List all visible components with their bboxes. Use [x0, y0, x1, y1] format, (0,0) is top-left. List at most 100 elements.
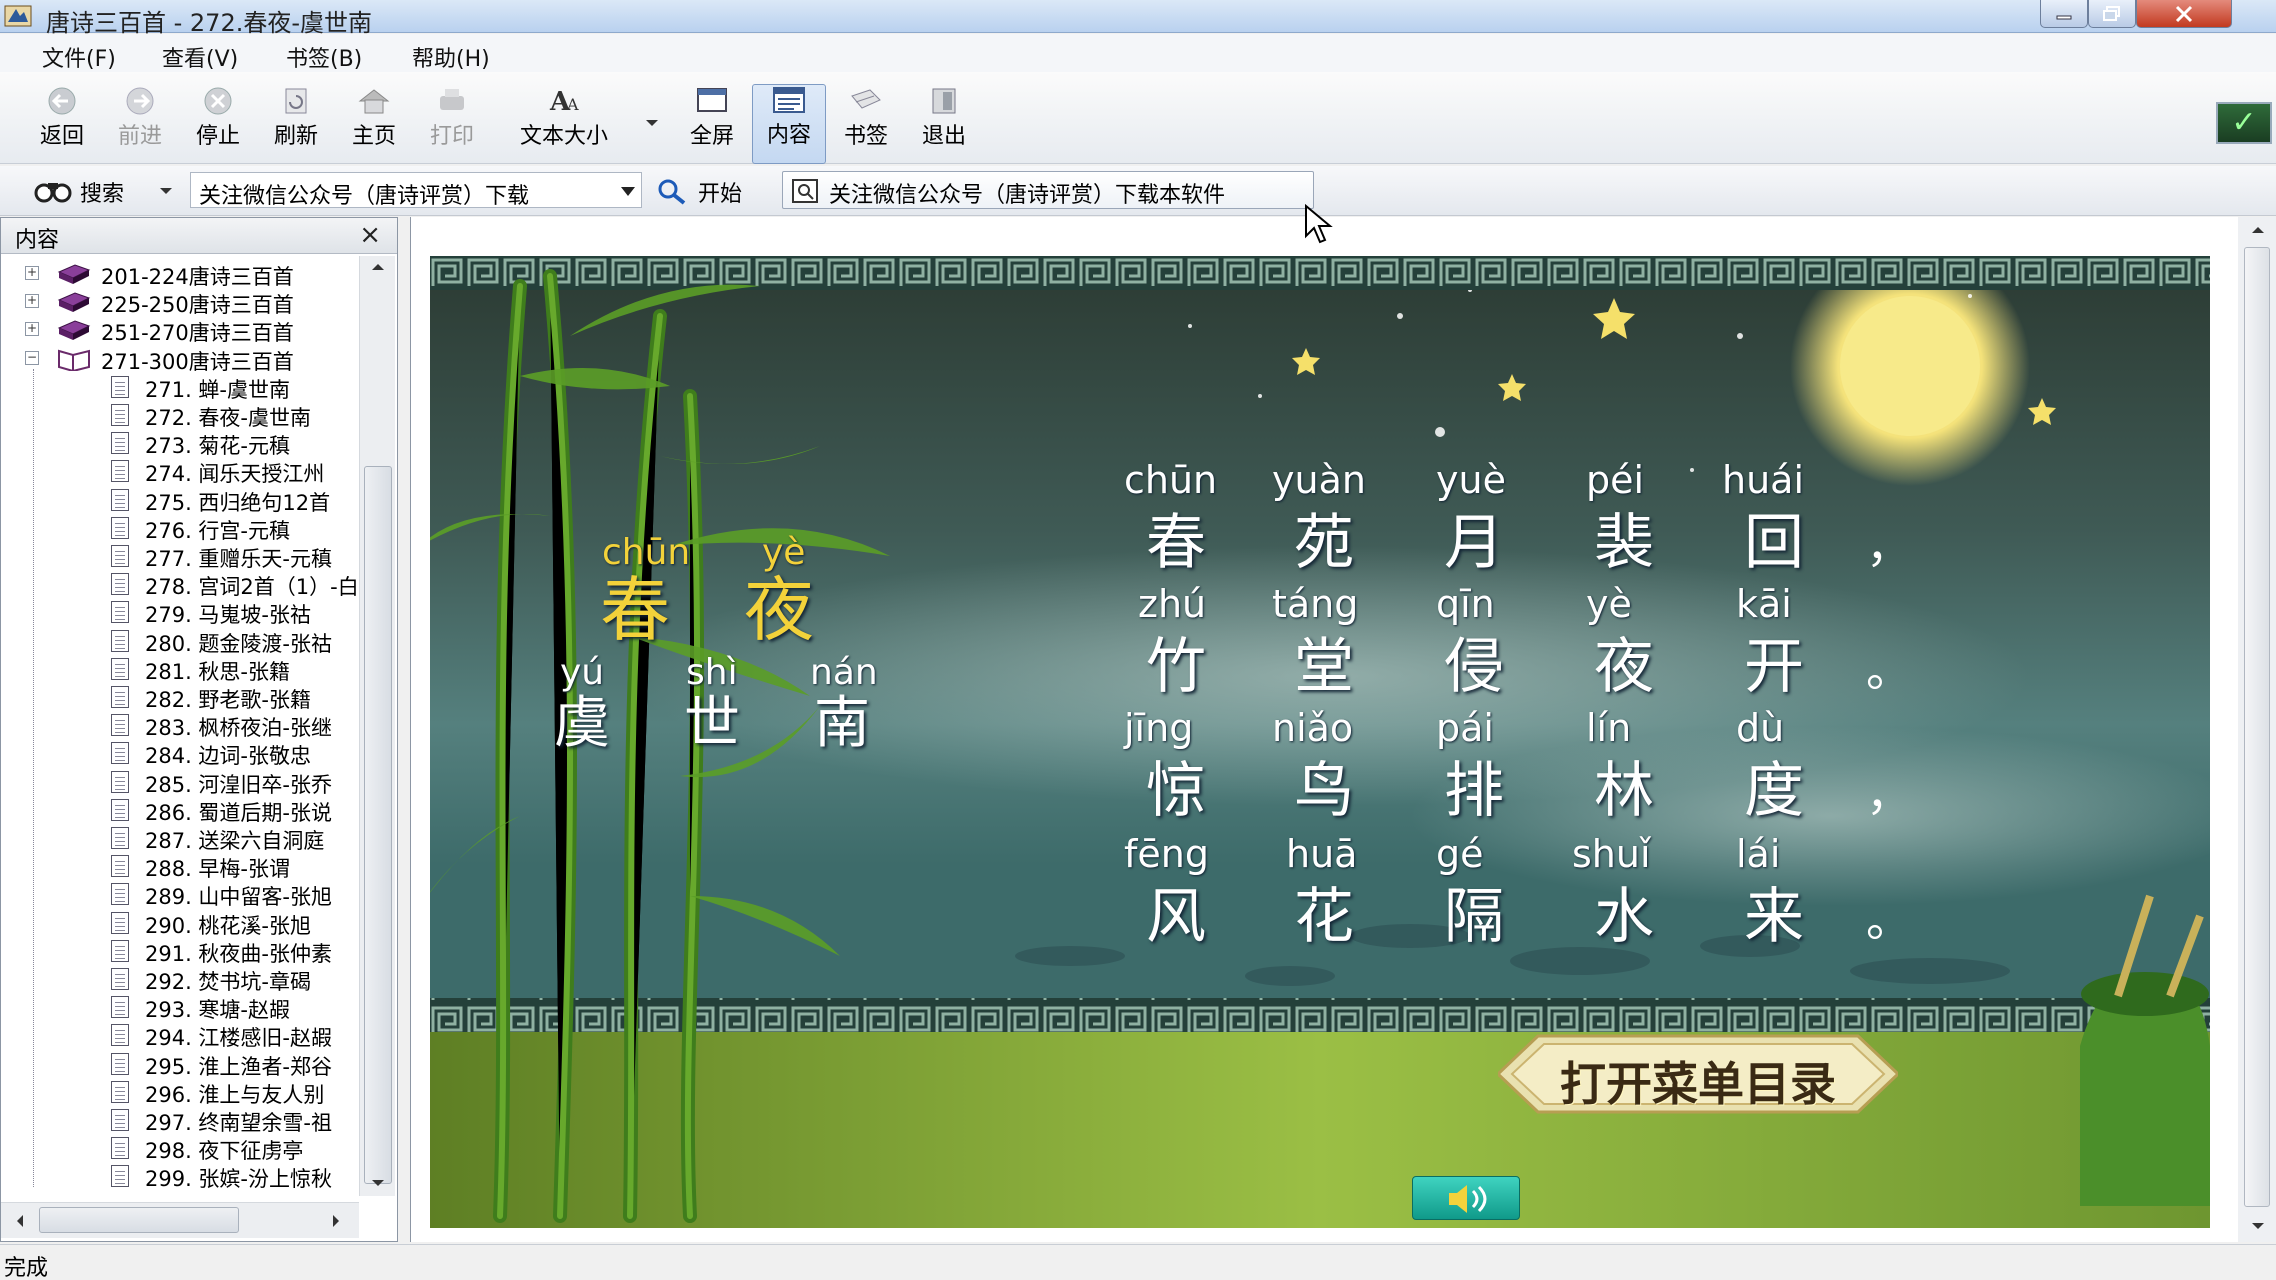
tree-item[interactable]: 295. 淮上渔者-郑谷 [1, 1050, 357, 1078]
content-scroll-down-icon[interactable] [2250, 1221, 2266, 1231]
expander-icon[interactable]: + [25, 266, 39, 280]
tree-group[interactable]: − 271-300唐诗三百首 [1, 345, 357, 373]
tree-item[interactable]: 299. 张嫔-汾上惊秋 [1, 1162, 357, 1190]
tree-item[interactable]: 280. 题金陵渡-张祜 [1, 627, 357, 655]
sound-toggle-button[interactable] [1412, 1176, 1520, 1220]
stop-button[interactable]: 停止 [186, 86, 250, 160]
tree-item-label: 298. 夜下征虏亭 [145, 1139, 304, 1163]
tree-item[interactable]: 298. 夜下征虏亭 [1, 1134, 357, 1162]
expander-icon[interactable]: + [25, 294, 39, 309]
tree-item[interactable]: 282. 野老歌-张籍 [1, 683, 357, 711]
promo-link[interactable]: 关注微信公众号（唐诗评赏）下载本软件 [782, 171, 1314, 209]
scroll-thumb[interactable] [364, 466, 392, 1184]
content-scrollbar[interactable] [2238, 217, 2276, 1242]
tree-vertical-scrollbar[interactable] [359, 256, 395, 1196]
expander-icon[interactable]: + [25, 322, 39, 337]
tree-item[interactable]: 294. 江楼感旧-赵嘏 [1, 1021, 357, 1049]
tree-item[interactable]: 275. 西归绝句12首 [1, 486, 357, 514]
content-scroll-thumb[interactable] [2244, 247, 2270, 1207]
search-dropdown-icon[interactable] [158, 186, 174, 196]
tree-item[interactable]: 281. 秋思-张籍 [1, 655, 357, 683]
back-icon [48, 87, 76, 115]
tree-item[interactable]: 272. 春夜-虞世南 [1, 401, 357, 429]
tree-item[interactable]: 290. 桃花溪-张旭 [1, 909, 357, 937]
poem-char: 裴 [1594, 508, 1654, 578]
scroll-down-icon[interactable] [370, 1178, 386, 1188]
menu-bookmarks[interactable]: 书签(B) [286, 41, 362, 73]
tree-item[interactable]: 296. 淮上与友人别 [1, 1078, 357, 1106]
content-scroll-up-icon[interactable] [2250, 225, 2266, 235]
fullscreen-button[interactable]: 全屏 [680, 86, 744, 160]
tree-item[interactable]: 284. 边词-张敬忠 [1, 739, 357, 767]
menu-file[interactable]: 文件(F) [42, 41, 116, 73]
document-icon [111, 601, 129, 624]
close-button[interactable] [2136, 0, 2232, 28]
bookmarks-button[interactable]: 书签 [834, 86, 898, 160]
tree-group[interactable]: +225-250唐诗三百首 [1, 288, 357, 316]
tree-item[interactable]: 276. 行宫-元稹 [1, 514, 357, 542]
forward-button[interactable]: 前进 [108, 86, 172, 160]
tree-item[interactable]: 292. 焚书坑-章碣 [1, 965, 357, 993]
stop-icon [204, 87, 232, 115]
tree-item[interactable]: 287. 送梁六自洞庭 [1, 824, 357, 852]
tree-item-label: 295. 淮上渔者-郑谷 [145, 1054, 333, 1078]
tree-item[interactable]: 277. 重赠乐天-元稹 [1, 542, 357, 570]
exit-button[interactable]: 退出 [912, 86, 976, 160]
expander-icon[interactable]: − [25, 350, 39, 365]
tree-item[interactable]: 288. 早梅-张谓 [1, 852, 357, 880]
poem-punctuation: ， [1866, 519, 1912, 573]
text-size-button[interactable]: AA 文本大小 [508, 86, 620, 160]
tree-group[interactable]: +201-224唐诗三百首 [1, 260, 357, 288]
tree-connector [33, 368, 34, 1187]
svg-text:A: A [566, 95, 579, 114]
restore-button[interactable] [2088, 0, 2136, 28]
poem-char: 来 [1744, 882, 1804, 952]
tree-item[interactable]: 291. 秋夜曲-张仲素 [1, 937, 357, 965]
search-input[interactable]: 关注微信公众号（唐诗评赏）下载 [190, 172, 642, 209]
search-label[interactable]: 搜索 [80, 176, 124, 208]
back-button[interactable]: 返回 [30, 86, 94, 160]
document-icon [111, 911, 129, 934]
search-start-button[interactable]: 开始 [698, 176, 742, 208]
combo-chevron-icon[interactable] [621, 187, 635, 196]
tree-item-label: 277. 重赠乐天-元稹 [145, 547, 333, 570]
chevron-down-icon[interactable] [644, 118, 660, 128]
minimize-button[interactable] [2040, 0, 2088, 28]
tree-item[interactable]: 286. 蜀道后期-张说 [1, 796, 357, 824]
tree-item-label: 282. 野老歌-张籍 [145, 688, 312, 711]
scroll-right-icon[interactable] [331, 1213, 341, 1229]
tree-item[interactable]: 278. 宫词2首（1）-白 [1, 570, 357, 598]
tree-item[interactable]: 271. 蝉-虞世南 [1, 373, 357, 401]
home-button[interactable]: 主页 [342, 86, 406, 160]
print-button[interactable]: 打印 [420, 86, 484, 160]
tree-item[interactable]: 289. 山中留客-张旭 [1, 880, 357, 908]
document-icon [111, 996, 129, 1019]
scroll-up-icon[interactable] [370, 262, 386, 272]
tree-item[interactable]: 279. 马嵬坡-张祜 [1, 598, 357, 626]
tree-item[interactable]: 297. 终南望余雪-祖 [1, 1106, 357, 1134]
poem-char: 隔 [1444, 882, 1504, 952]
tree-item[interactable]: 293. 寒塘-赵嘏 [1, 993, 357, 1021]
close-icon [2175, 5, 2193, 22]
menu-view[interactable]: 查看(V) [162, 41, 238, 73]
tree-item-label: 279. 马嵬坡-张祜 [145, 603, 312, 627]
refresh-button[interactable]: 刷新 [264, 86, 328, 160]
tree-item-label: 292. 焚书坑-章碣 [145, 970, 312, 993]
tree-item[interactable]: 283. 枫桥夜泊-张继 [1, 711, 357, 739]
contents-button[interactable]: 内容 [752, 84, 826, 164]
poem-char: 花 [1294, 882, 1354, 952]
open-menu-button[interactable]: 打开菜单目录 [1498, 1032, 1898, 1116]
scroll-left-icon[interactable] [15, 1213, 25, 1229]
tree-item[interactable]: 285. 河湟旧卒-张乔 [1, 768, 357, 796]
menu-help[interactable]: 帮助(H) [412, 41, 490, 73]
tree-item[interactable]: 274. 闻乐天授江州 [1, 457, 357, 485]
tree-horizontal-scrollbar[interactable] [1, 1202, 359, 1238]
tree-item[interactable]: 273. 菊花-元稹 [1, 429, 357, 457]
app-logo: ✓ [2216, 102, 2272, 144]
document-icon [111, 770, 129, 793]
pane-close-icon[interactable]: × [359, 220, 381, 250]
hscroll-thumb[interactable] [39, 1207, 239, 1233]
poem-char: 林 [1594, 756, 1654, 826]
document-icon [111, 516, 129, 539]
tree-group[interactable]: +251-270唐诗三百首 [1, 316, 357, 344]
